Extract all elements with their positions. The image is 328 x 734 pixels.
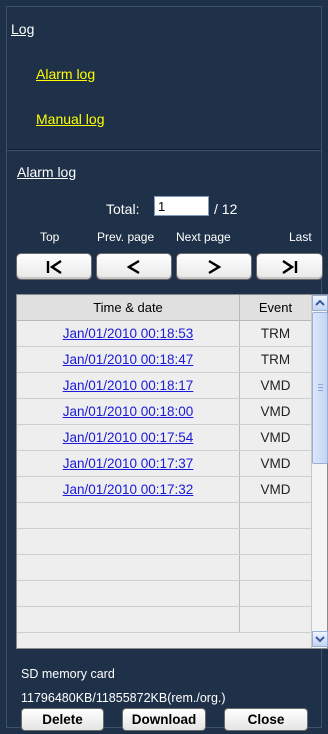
log-event: [240, 503, 311, 528]
table-row: Jan/01/2010 00:18:47 TRM: [17, 347, 311, 373]
log-time-link[interactable]: Jan/01/2010 00:18:17: [63, 378, 194, 393]
log-panel: Log Alarm log Manual log Alarm log Total…: [6, 6, 328, 728]
scroll-down-button[interactable]: [312, 631, 328, 647]
log-event: VMD: [260, 456, 291, 471]
next-page-label: Next page: [176, 230, 231, 244]
alarm-log-table: Time & date Event Jan/01/2010 00:18:53 T…: [16, 294, 328, 649]
table-row: [17, 503, 311, 529]
close-button[interactable]: Close: [224, 708, 308, 731]
table-row: [17, 607, 311, 633]
page-number-input[interactable]: [154, 196, 209, 216]
first-page-icon: [46, 259, 62, 274]
next-page-button[interactable]: [176, 253, 252, 280]
log-event: [240, 607, 311, 632]
log-event: TRM: [260, 326, 291, 341]
chevron-right-icon: [208, 259, 222, 274]
total-label: Total:: [106, 201, 140, 217]
table-row: [17, 555, 311, 581]
table-row: Jan/01/2010 00:17:37 VMD: [17, 451, 311, 477]
table-row: Jan/01/2010 00:18:53 TRM: [17, 321, 311, 347]
last-button[interactable]: [256, 253, 323, 280]
log-time-link[interactable]: Jan/01/2010 00:18:00: [63, 404, 194, 419]
last-label: Last: [289, 230, 312, 244]
log-event: VMD: [260, 482, 291, 497]
log-event: VMD: [260, 378, 291, 393]
log-time-link[interactable]: Jan/01/2010 00:17:37: [63, 456, 194, 471]
chevron-up-icon: [315, 299, 325, 306]
log-event: [240, 581, 311, 606]
alarm-log-heading[interactable]: Alarm log: [17, 164, 76, 180]
column-header-time: Time & date: [17, 295, 240, 321]
page-total: / 12: [214, 201, 238, 217]
table-row: Jan/01/2010 00:18:17 VMD: [17, 373, 311, 399]
delete-button[interactable]: Delete: [21, 708, 104, 731]
table-row: Jan/01/2010 00:17:54 VMD: [17, 425, 311, 451]
log-time-link[interactable]: Jan/01/2010 00:18:53: [63, 326, 194, 341]
log-event: TRM: [260, 352, 291, 367]
log-time-link[interactable]: Jan/01/2010 00:17:32: [63, 482, 194, 497]
log-event: [240, 555, 311, 580]
prev-page-button[interactable]: [96, 253, 172, 280]
top-button[interactable]: [16, 253, 92, 280]
prev-page-label: Prev. page: [97, 230, 155, 244]
log-link[interactable]: Log: [11, 21, 34, 37]
table-row: Jan/01/2010 00:17:32 VMD: [17, 477, 311, 503]
log-event: VMD: [260, 404, 291, 419]
log-time-link[interactable]: Jan/01/2010 00:17:54: [63, 430, 194, 445]
table-row: [17, 529, 311, 555]
section-divider: [7, 149, 321, 151]
table-scrollbar[interactable]: [311, 295, 328, 648]
sd-card-capacity: 11796480KB/11855872KB(rem./org.): [21, 691, 226, 705]
log-time-link[interactable]: Jan/01/2010 00:18:47: [63, 352, 194, 367]
column-header-event: Event: [240, 295, 311, 321]
sd-card-label: SD memory card: [21, 667, 115, 681]
top-label: Top: [40, 230, 60, 244]
manual-log-link[interactable]: Manual log: [36, 111, 105, 127]
scroll-thumb[interactable]: [312, 312, 328, 464]
chevron-left-icon: [126, 259, 140, 274]
chevron-down-icon: [315, 636, 325, 643]
download-button[interactable]: Download: [122, 708, 206, 731]
alarm-log-link[interactable]: Alarm log: [36, 66, 95, 82]
table-row: [17, 581, 311, 607]
scroll-up-button[interactable]: [312, 295, 328, 311]
log-event: [240, 529, 311, 554]
log-event: VMD: [260, 430, 291, 445]
last-page-icon: [281, 259, 297, 274]
table-row: Jan/01/2010 00:18:00 VMD: [17, 399, 311, 425]
